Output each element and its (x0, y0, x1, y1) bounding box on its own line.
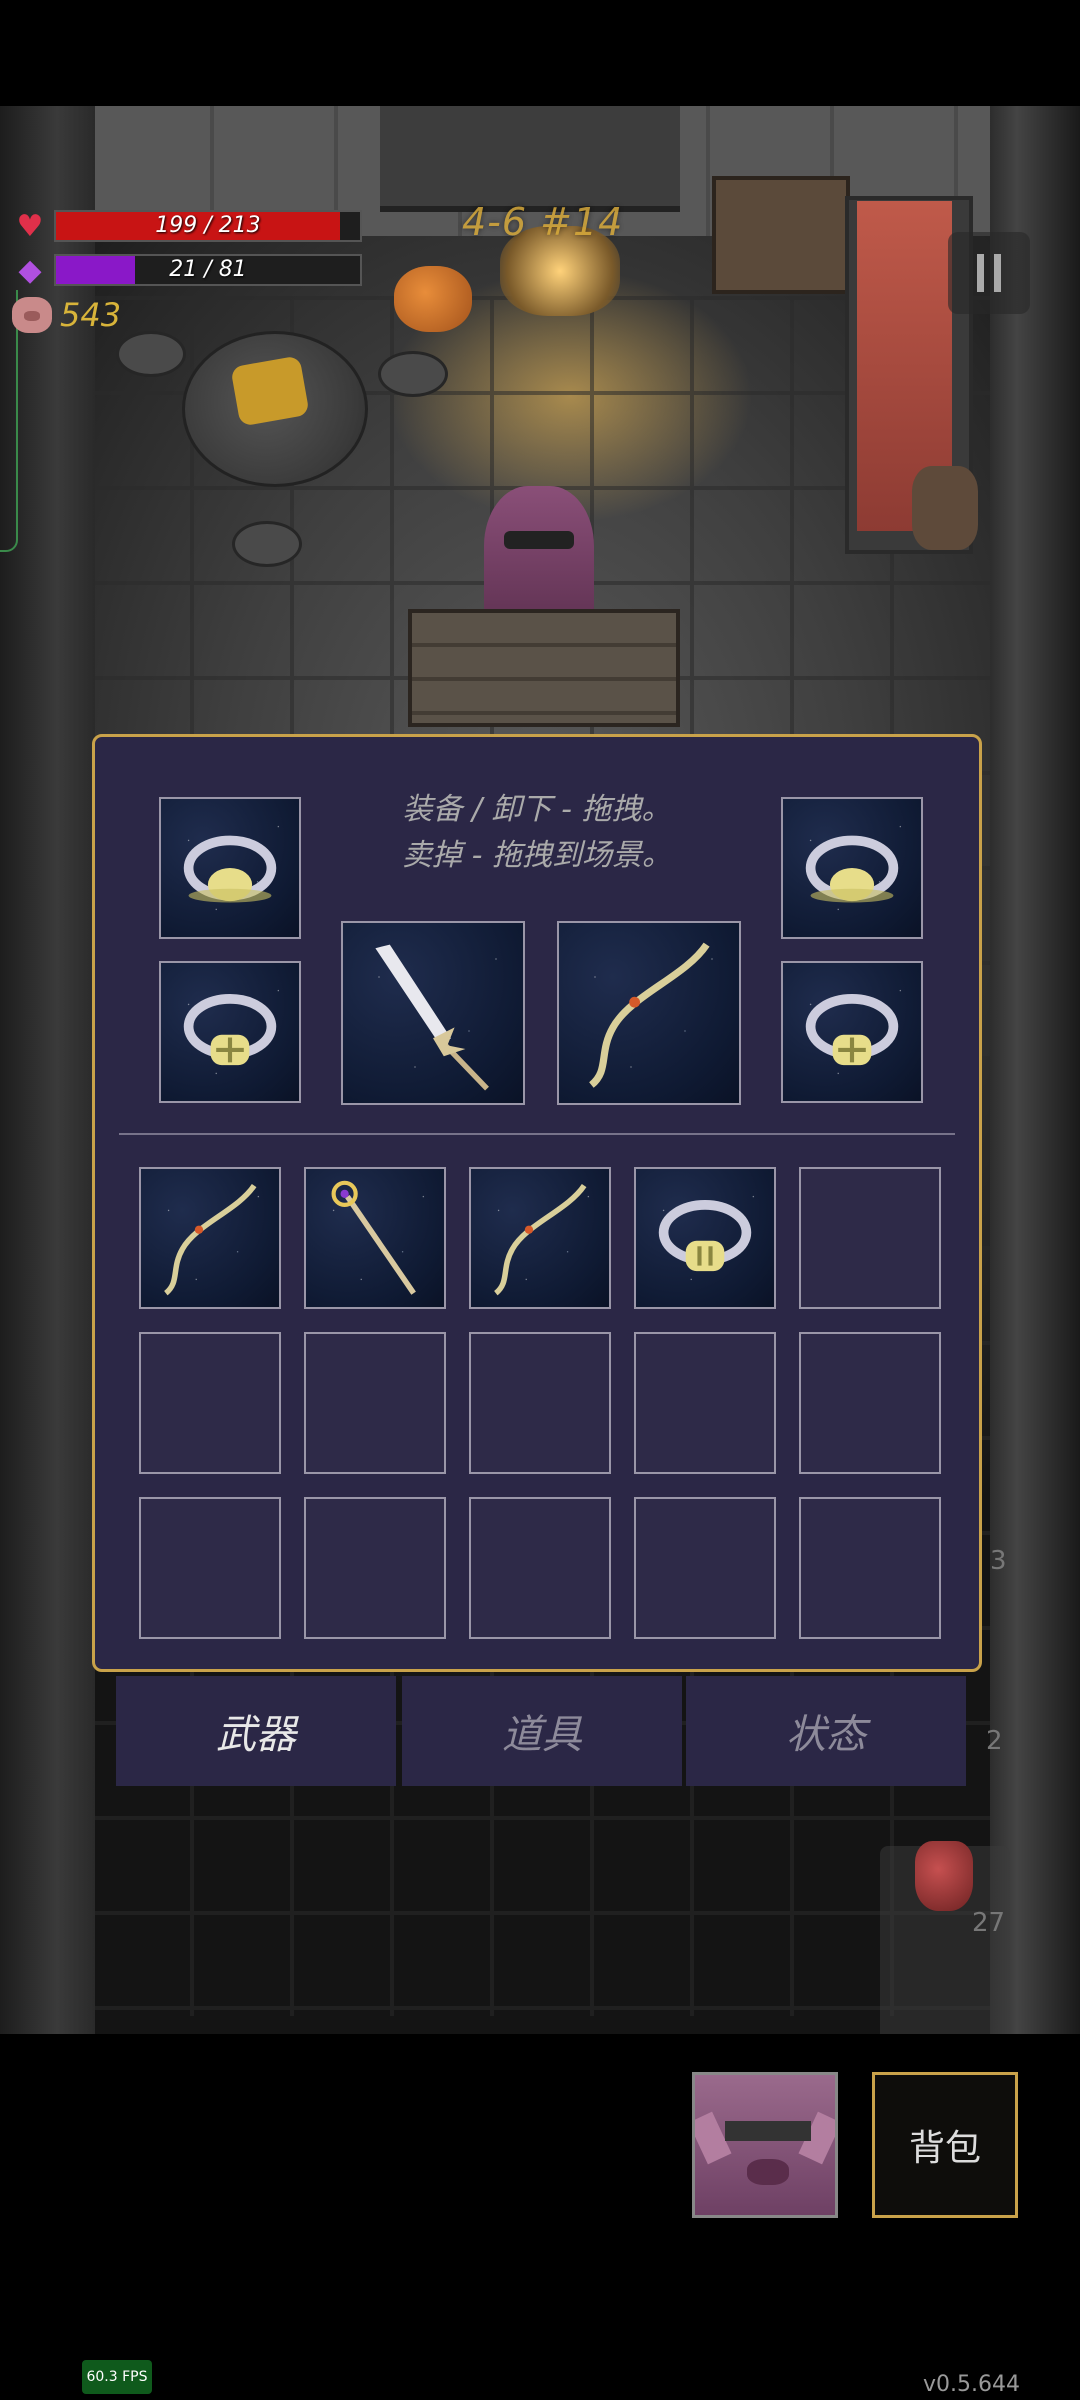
bag-slot[interactable] (634, 1167, 776, 1309)
crate (712, 176, 850, 294)
equip-slot-ring-top-right[interactable] (781, 797, 923, 939)
mp-bar: 21 / 81 (54, 254, 362, 286)
tab-status[interactable]: 状态 (686, 1676, 966, 1786)
gold-row: 543 (12, 296, 121, 334)
ring-icon (183, 835, 277, 903)
bag-slot[interactable] (139, 1167, 281, 1309)
equip-slot-off-weapon[interactable] (557, 921, 741, 1105)
cheese (230, 355, 310, 427)
pause-button[interactable] (948, 232, 1030, 314)
panel-divider (119, 1133, 955, 1135)
ring-icon (805, 835, 899, 903)
equip-slot-ring-bottom-right[interactable] (781, 961, 923, 1103)
bag-slot[interactable] (799, 1332, 941, 1474)
bag-slot[interactable] (304, 1167, 446, 1309)
spear-icon (375, 944, 489, 1091)
ring-icon (183, 994, 277, 1066)
bag-button[interactable]: 背包 (872, 2072, 1018, 2218)
stool (232, 521, 302, 567)
bag-slot[interactable] (304, 1332, 446, 1474)
hp-text: 199 / 213 (155, 213, 261, 238)
bag-slot[interactable] (634, 1332, 776, 1474)
scene-number: 3 (990, 1546, 1007, 1576)
equip-slot-ring-top-left[interactable] (159, 797, 301, 939)
right-wall (990, 106, 1080, 2034)
bag-slot[interactable] (304, 1497, 446, 1639)
staff-icon (331, 1180, 416, 1295)
bow-icon (588, 942, 710, 1088)
shop-table[interactable] (408, 609, 680, 727)
pig-coin-icon (12, 297, 52, 333)
mp-row: ◆ 21 / 81 (12, 252, 362, 288)
scene-number: 2 (986, 1726, 1003, 1756)
bag-slot[interactable] (799, 1497, 941, 1639)
tab-weapons[interactable]: 武器 (116, 1676, 396, 1786)
character-portrait-button[interactable] (692, 2072, 838, 2218)
equip-slot-ring-bottom-left[interactable] (159, 961, 301, 1103)
gold-amount: 543 (60, 296, 122, 334)
floor-label: 4-6 #14 (462, 200, 624, 244)
stool (378, 351, 448, 397)
bow-icon (163, 1183, 257, 1296)
bag-slot[interactable] (469, 1497, 611, 1639)
heart-icon: ♥ (16, 208, 44, 244)
mana-crystal-icon: ◆ (18, 252, 42, 288)
ring-icon (805, 994, 899, 1066)
potion-count: 27 (972, 1908, 1006, 1938)
equip-slot-main-weapon[interactable] (341, 921, 525, 1105)
character-avatar (725, 2121, 811, 2141)
shelf (380, 106, 680, 212)
bag-slot[interactable] (469, 1332, 611, 1474)
bag-slot[interactable] (799, 1167, 941, 1309)
bow-icon (493, 1183, 587, 1296)
pumpkin (394, 266, 472, 332)
version-label: v0.5.644 (923, 2372, 1020, 2397)
fps-counter: 60.3 FPS (82, 2360, 152, 2394)
stool (116, 331, 186, 377)
mp-text: 21 / 81 (169, 257, 247, 282)
bag-slot[interactable] (139, 1332, 281, 1474)
hp-bar: 199 / 213 (54, 210, 362, 242)
bag-slot[interactable] (469, 1167, 611, 1309)
pause-icon (977, 254, 984, 292)
tab-items[interactable]: 道具 (402, 1676, 682, 1786)
bag-slot[interactable] (634, 1497, 776, 1639)
inventory-panel: 装备 / 卸下 - 拖拽。 卖掉 - 拖拽到场景。 (92, 734, 982, 1672)
ring-icon (658, 1200, 752, 1272)
bag-slot[interactable] (139, 1497, 281, 1639)
hp-row: ♥ 199 / 213 (12, 208, 362, 244)
potion-icon[interactable] (915, 1841, 973, 1911)
barrel (912, 466, 978, 550)
